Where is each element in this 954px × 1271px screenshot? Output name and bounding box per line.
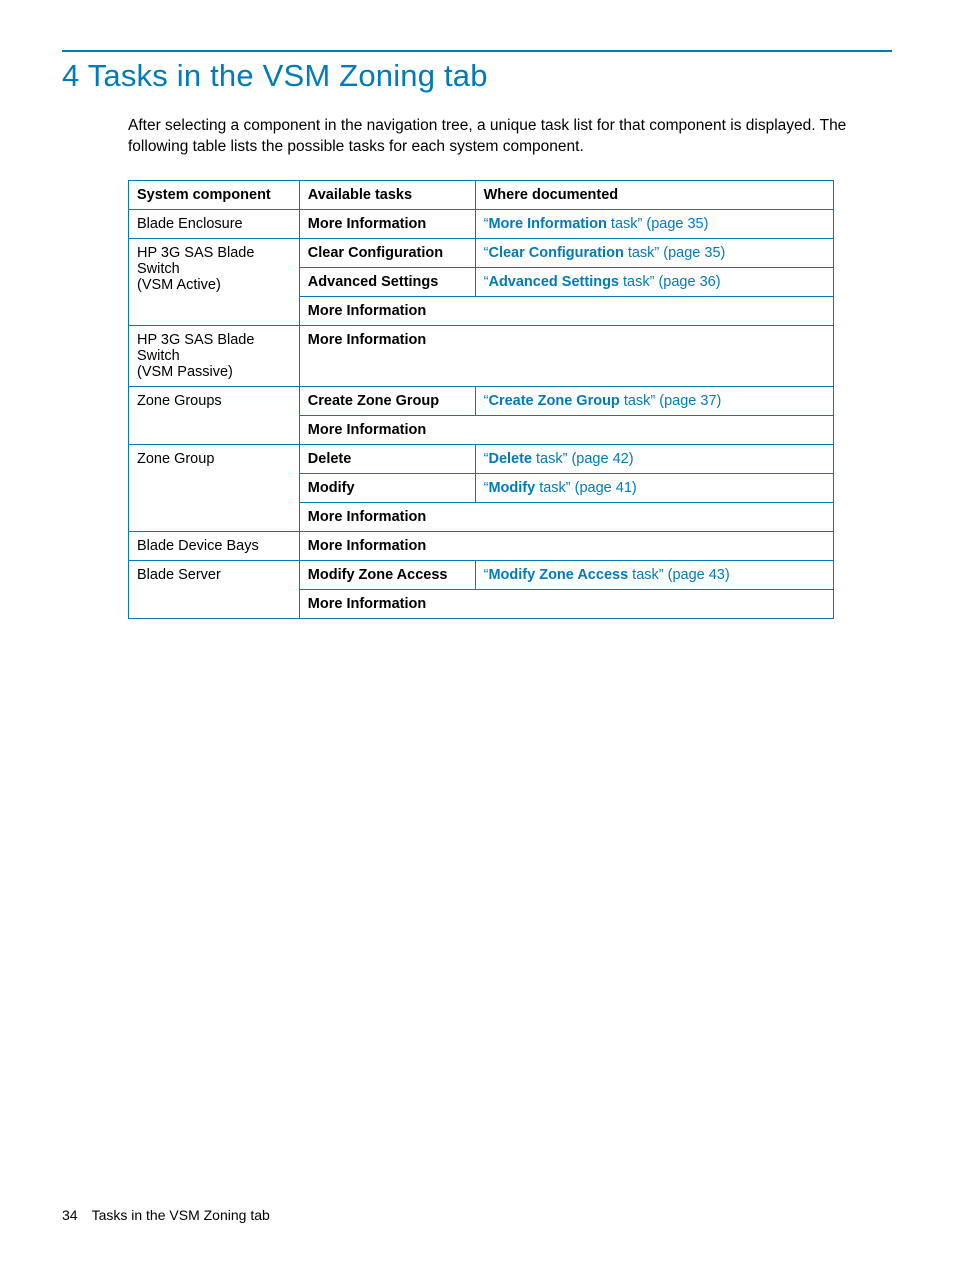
intro-paragraph: After selecting a component in the navig… bbox=[128, 116, 892, 158]
cell-task: More Information bbox=[299, 296, 833, 325]
doc-link[interactable]: “Modify Zone Access task” (page 43) bbox=[484, 567, 730, 583]
cell-doc: “More Information task” (page 35) bbox=[475, 209, 833, 238]
cell-task: More Information bbox=[299, 325, 833, 386]
cell-component: Zone Groups bbox=[129, 386, 300, 444]
cell-doc: “Clear Configuration task” (page 35) bbox=[475, 238, 833, 267]
top-rule bbox=[62, 50, 892, 52]
doc-link[interactable]: “Advanced Settings task” (page 36) bbox=[484, 274, 721, 290]
cell-component: Zone Group bbox=[129, 444, 300, 531]
cell-component: HP 3G SAS Blade Switch (VSM Active) bbox=[129, 238, 300, 325]
footer-text: Tasks in the VSM Zoning tab bbox=[92, 1207, 270, 1223]
table-row: HP 3G SAS Blade Switch (VSM Active) Clea… bbox=[129, 238, 834, 267]
cell-task: Clear Configuration bbox=[299, 238, 475, 267]
cell-task: Advanced Settings bbox=[299, 267, 475, 296]
header-system-component: System component bbox=[129, 180, 300, 209]
doc-link[interactable]: “Clear Configuration task” (page 35) bbox=[484, 245, 726, 261]
cell-component: Blade Device Bays bbox=[129, 531, 300, 560]
doc-link[interactable]: “Delete task” (page 42) bbox=[484, 451, 634, 467]
header-where-documented: Where documented bbox=[475, 180, 833, 209]
cell-task: Delete bbox=[299, 444, 475, 473]
cell-task: More Information bbox=[299, 589, 833, 618]
table-row: Blade Server Modify Zone Access “Modify … bbox=[129, 560, 834, 589]
cell-doc: “Advanced Settings task” (page 36) bbox=[475, 267, 833, 296]
cell-task: More Information bbox=[299, 531, 833, 560]
cell-task: More Information bbox=[299, 209, 475, 238]
table-row: HP 3G SAS Blade Switch (VSM Passive) Mor… bbox=[129, 325, 834, 386]
cell-task: Modify bbox=[299, 473, 475, 502]
cell-doc: “Modify Zone Access task” (page 43) bbox=[475, 560, 833, 589]
cell-task: More Information bbox=[299, 502, 833, 531]
cell-task: Modify Zone Access bbox=[299, 560, 475, 589]
page-footer: 34 Tasks in the VSM Zoning tab bbox=[62, 1207, 270, 1223]
tasks-table: System component Available tasks Where d… bbox=[128, 180, 834, 619]
cell-component: Blade Server bbox=[129, 560, 300, 618]
cell-doc: “Modify task” (page 41) bbox=[475, 473, 833, 502]
cell-component: Blade Enclosure bbox=[129, 209, 300, 238]
doc-link[interactable]: “Modify task” (page 41) bbox=[484, 480, 637, 496]
header-available-tasks: Available tasks bbox=[299, 180, 475, 209]
cell-task: More Information bbox=[299, 415, 833, 444]
cell-task: Create Zone Group bbox=[299, 386, 475, 415]
table-row: Blade Enclosure More Information “More I… bbox=[129, 209, 834, 238]
table-header-row: System component Available tasks Where d… bbox=[129, 180, 834, 209]
table-row: Blade Device Bays More Information bbox=[129, 531, 834, 560]
doc-link[interactable]: “More Information task” (page 35) bbox=[484, 216, 709, 232]
cell-component: HP 3G SAS Blade Switch (VSM Passive) bbox=[129, 325, 300, 386]
doc-link[interactable]: “Create Zone Group task” (page 37) bbox=[484, 393, 722, 409]
cell-doc: “Delete task” (page 42) bbox=[475, 444, 833, 473]
page-title: 4 Tasks in the VSM Zoning tab bbox=[62, 58, 892, 94]
table-row: Zone Groups Create Zone Group “Create Zo… bbox=[129, 386, 834, 415]
cell-doc: “Create Zone Group task” (page 37) bbox=[475, 386, 833, 415]
table-row: Zone Group Delete “Delete task” (page 42… bbox=[129, 444, 834, 473]
page-number: 34 bbox=[62, 1207, 78, 1223]
